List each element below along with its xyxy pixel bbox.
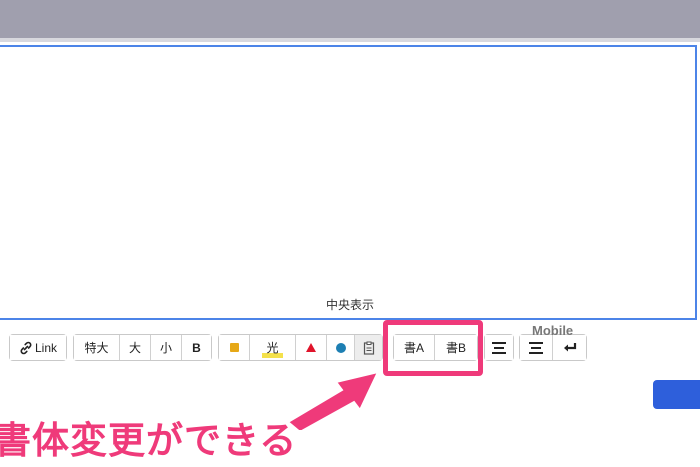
bold-button[interactable]: B: [182, 335, 211, 360]
link-label: Link: [34, 340, 57, 355]
line-break-button[interactable]: [553, 335, 586, 360]
marker-button[interactable]: [219, 335, 250, 360]
color-group: 光: [218, 334, 383, 361]
center-display-label: 中央表示: [325, 298, 374, 312]
top-bar-shadow: [0, 38, 700, 42]
yellow-square-icon: [229, 343, 239, 352]
blue-circle-icon: [335, 342, 346, 353]
link-button[interactable]: Link: [10, 335, 66, 360]
highlight-icon: 光: [262, 341, 283, 358]
red-text-button[interactable]: [296, 335, 327, 360]
align-center-button[interactable]: [485, 335, 513, 360]
memo-button[interactable]: [355, 335, 382, 360]
clipboard-icon: [363, 341, 374, 355]
red-triangle-icon: [306, 343, 316, 352]
size-extra-large-button[interactable]: 特大: [74, 335, 120, 360]
mobile-label: Mobile: [532, 323, 574, 338]
text-size-group: 特大 大 小 B: [73, 334, 212, 361]
align-group: [484, 334, 514, 361]
primary-button[interactable]: [653, 380, 700, 409]
link-group: Link: [9, 334, 67, 361]
size-small-button[interactable]: 小: [151, 335, 182, 360]
link-icon: [20, 341, 32, 354]
mobile-align-center-button[interactable]: [520, 335, 553, 360]
editor-area[interactable]: [0, 45, 697, 320]
mobile-group: [519, 334, 587, 361]
highlight-button[interactable]: 光: [250, 335, 296, 360]
align-center-icon: [492, 341, 506, 354]
callout-text: 書体変更ができる: [0, 420, 298, 461]
size-large-button[interactable]: 大: [120, 335, 151, 360]
window-top-bar: [0, 0, 700, 38]
return-arrow-icon: [563, 342, 576, 351]
align-center-icon: [529, 341, 543, 354]
blue-text-button[interactable]: [327, 335, 355, 360]
font-buttons-highlight: [383, 320, 483, 376]
